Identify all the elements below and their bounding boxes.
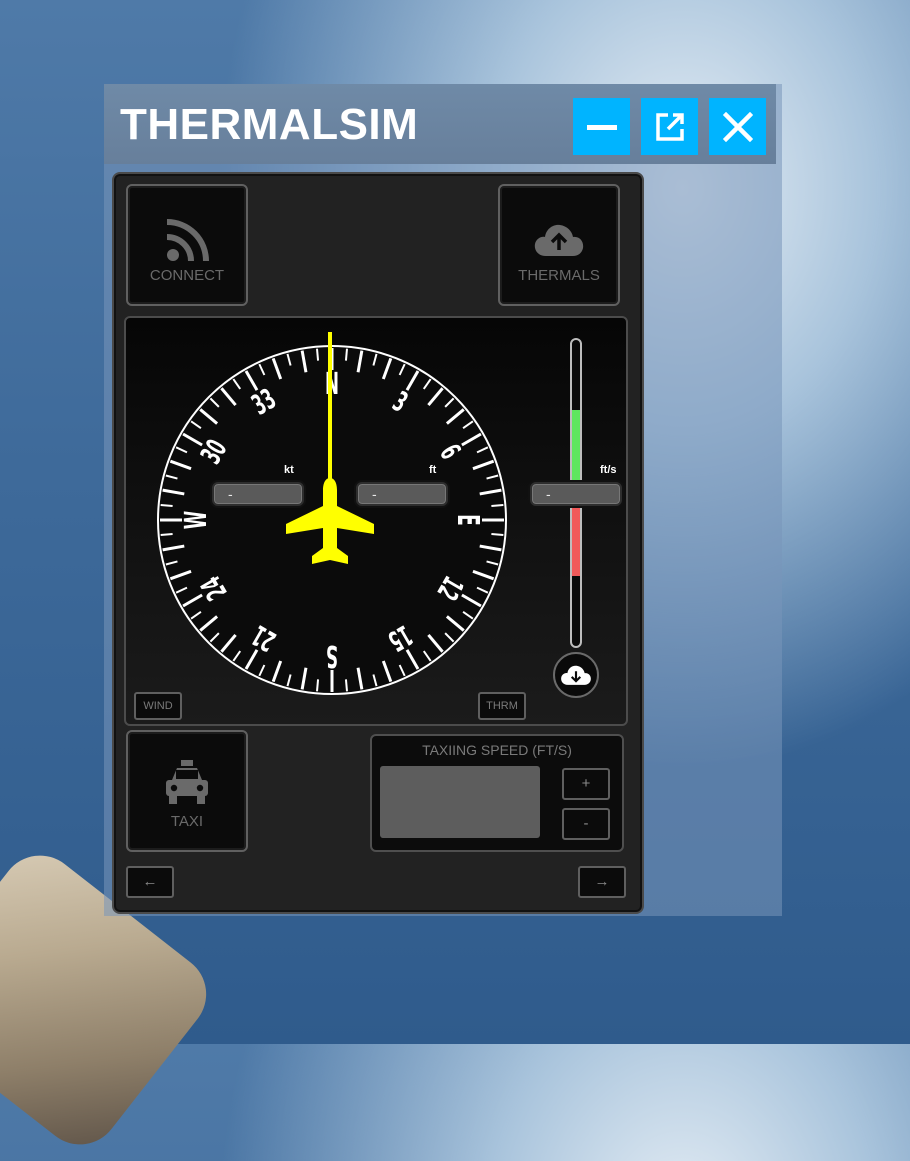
next-button[interactable]: → (578, 866, 626, 898)
compass-tick (344, 679, 348, 692)
compass-label: S (326, 639, 338, 674)
app-title: THERMALSIM (120, 100, 419, 149)
prev-button[interactable]: ← (126, 866, 174, 898)
compass-tick (316, 679, 320, 692)
thermalsim-window: THERMALSIM CONNECT THERMALS N 3 6 E 12 1… (104, 84, 782, 916)
compass-instrument: N 3 6 E 12 15 S 21 24 W 30 33 kt - ft - ft/s - (124, 316, 628, 726)
taxi-label: TAXI (170, 813, 204, 830)
taxi-speed-header: TAXIING SPEED (FT/S) (422, 742, 572, 758)
taxi-speed-display (380, 766, 540, 838)
wind-unit: kt (284, 464, 294, 476)
heading-indicator (328, 332, 332, 480)
popout-button[interactable] (641, 98, 698, 155)
vario-unit: ft/s (600, 464, 617, 476)
minimize-button[interactable] (573, 98, 630, 155)
taxi-speed-panel: TAXIING SPEED (FT/S) + - (370, 734, 624, 852)
taxi-icon (166, 760, 208, 804)
connect-label: CONNECT (149, 267, 225, 284)
cloud-upload-icon (534, 224, 584, 256)
thermals-button[interactable]: THERMALS (498, 184, 620, 306)
external-link-icon (655, 112, 684, 141)
compass-label: E (451, 514, 486, 525)
cloud-download-icon (561, 665, 591, 685)
compass-label: W (179, 511, 214, 530)
compass-tick (160, 532, 173, 536)
taxi-speed-decrease-button[interactable]: - (562, 808, 610, 840)
titlebar[interactable]: THERMALSIM (104, 84, 776, 164)
compass-tick (160, 504, 173, 508)
altitude-unit: ft (429, 464, 437, 476)
rss-icon (166, 219, 209, 262)
thermals-label: THERMALS (518, 267, 600, 284)
taxi-speed-increase-button[interactable]: + (562, 768, 610, 800)
main-panel: CONNECT THERMALS N 3 6 E 12 15 S 21 24 W 30 33 (112, 172, 644, 914)
vario-negative (572, 494, 580, 576)
wind-button[interactable]: WIND (134, 692, 182, 720)
compass-tick (491, 532, 504, 536)
connect-button[interactable]: CONNECT (126, 184, 248, 306)
compass-tick (344, 348, 348, 361)
taxi-button[interactable]: TAXI (126, 730, 248, 852)
vario-readout: - (530, 482, 622, 506)
thrm-button[interactable]: THRM (478, 692, 526, 720)
compass-tick (316, 348, 320, 361)
vario-download-button[interactable] (553, 652, 599, 698)
close-button[interactable] (709, 98, 766, 155)
minus-icon (586, 124, 617, 130)
compass-tick (491, 504, 504, 508)
close-icon (722, 111, 753, 142)
wind-readout: - (212, 482, 304, 506)
altitude-readout: - (356, 482, 448, 506)
